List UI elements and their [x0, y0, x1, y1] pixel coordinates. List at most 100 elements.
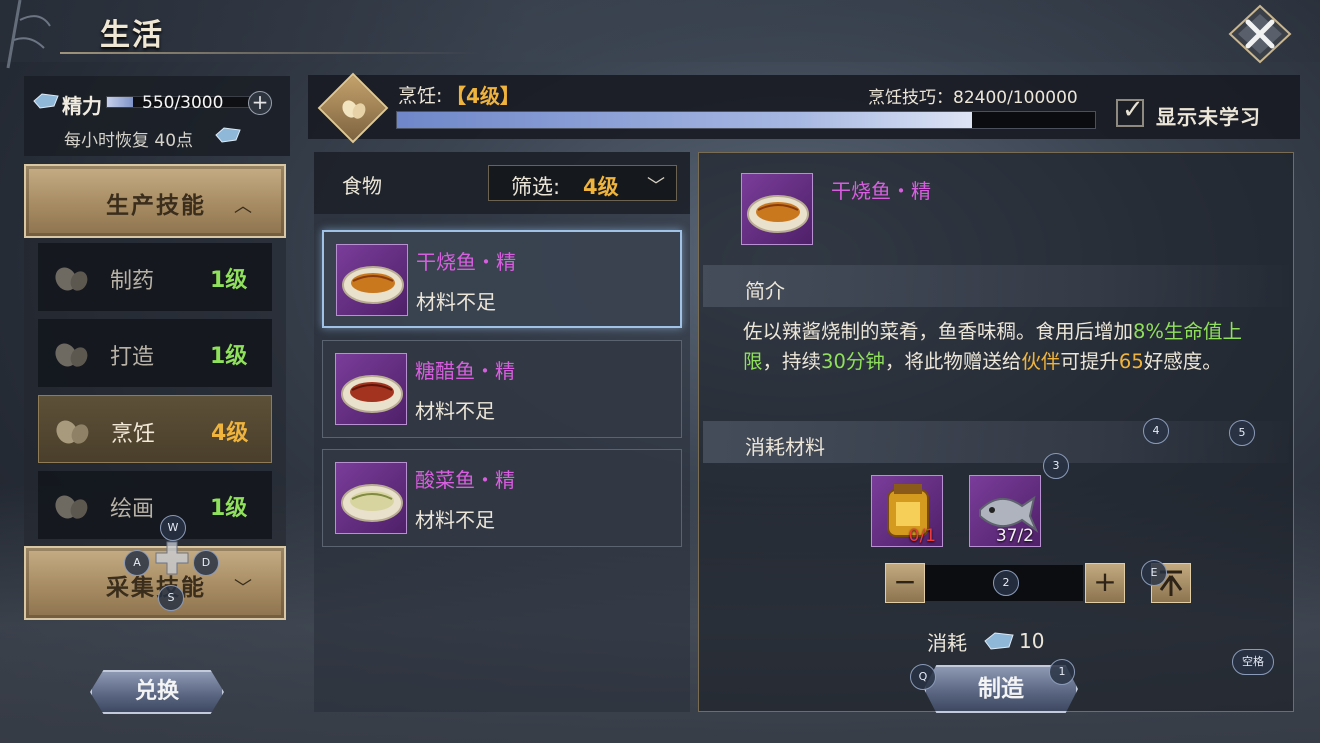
material-count: 37/2: [995, 526, 1034, 546]
key-hint-1: 1: [1049, 659, 1075, 685]
materials-label: 消耗材料: [745, 435, 825, 459]
chevron-down-icon: ﹀: [234, 578, 252, 599]
skill-level: 1级: [210, 268, 248, 293]
desc-text: 佐以辣酱烧制的菜肴，鱼香味稠。食用后增加: [743, 320, 1134, 343]
cooking-level: 【4级】: [446, 84, 520, 108]
increase-quantity-button[interactable]: +: [1085, 563, 1125, 603]
bamboo-decoration-icon: [6, 0, 51, 69]
show-unlearned-checkbox[interactable]: ✓: [1116, 95, 1144, 127]
skill-leaf-icon: [55, 343, 88, 367]
skill-name: 打造: [110, 345, 155, 370]
fish-dish-icon: [341, 375, 403, 413]
production-skills-label: 生产技能: [106, 193, 206, 219]
skill-item-forging[interactable]: 打造 1级: [38, 319, 272, 387]
desc-highlight-orange: 伙伴: [1021, 350, 1061, 373]
stamina-panel: 精力 550/3000 + 每小时恢复 40点: [24, 76, 290, 156]
cooking-name: 烹饪:: [398, 85, 443, 107]
key-hint-5: 5: [1229, 420, 1255, 446]
cooking-skill-bar: [396, 111, 1096, 129]
consume-label: 消耗: [927, 631, 967, 655]
recipe-thumbnail: [741, 173, 813, 245]
skill-item-painting[interactable]: 绘画 1级: [38, 471, 272, 539]
desc-text: 好感度。: [1143, 350, 1222, 373]
title-underline: [60, 52, 480, 54]
consume-value: 10: [1019, 629, 1045, 653]
fish-dish-icon: [342, 266, 404, 304]
key-hint-2: 2: [993, 570, 1019, 596]
food-list-title: 食物: [342, 174, 382, 198]
materials-section-header: 消耗材料: [703, 421, 1289, 463]
desc-text: ，将此物赠送给: [884, 350, 1022, 373]
stamina-value: 550/3000: [142, 93, 224, 113]
fish-dish-icon: [747, 195, 809, 233]
energy-crystal-icon: [215, 127, 241, 143]
chevron-down-icon: ﹀: [647, 176, 665, 197]
production-skills-header[interactable]: 生产技能 ︿: [24, 164, 286, 238]
skill-level: 1级: [210, 496, 248, 521]
key-hint-e: E: [1141, 560, 1167, 586]
food-status: 材料不足: [416, 290, 496, 314]
recipe-detail-panel: 干烧鱼・精 简介 佐以辣酱烧制的菜肴，鱼香味稠。食用后增加8%生命值上限，持续3…: [698, 152, 1294, 712]
intro-section-header: 简介: [703, 265, 1289, 307]
skill-level: 4级: [211, 421, 249, 446]
stamina-label: 精力: [62, 94, 102, 118]
key-hint-4: 4: [1143, 418, 1169, 444]
add-stamina-button[interactable]: +: [248, 91, 272, 115]
cooking-skill-progress-text: 烹饪技巧：82400/100000: [868, 88, 1078, 108]
checkmark-icon: ✓: [1122, 95, 1144, 125]
recipe-description: 佐以辣酱烧制的菜肴，鱼香味稠。食用后增加8%生命值上限，持续30分钟，将此物赠送…: [743, 317, 1263, 377]
material-slot-fish[interactable]: 37/2: [969, 475, 1041, 547]
chevron-up-icon: ︿: [234, 196, 252, 217]
skill-level: 1级: [210, 344, 248, 369]
show-unlearned-label: 显示未学习: [1156, 105, 1261, 129]
cooking-leaf-icon: [342, 100, 366, 119]
filter-label: 筛选:: [511, 175, 561, 199]
food-item-pickled-fish[interactable]: 酸菜鱼・精 材料不足: [322, 449, 682, 547]
key-hint-a: A: [124, 550, 150, 576]
skill-item-pharmacy[interactable]: 制药 1级: [38, 243, 272, 311]
material-slot-oil[interactable]: 0/1: [871, 475, 943, 547]
close-icon: [1228, 4, 1292, 64]
food-status: 材料不足: [415, 399, 495, 423]
dpad-icon: [155, 541, 189, 575]
key-hint-s: S: [158, 585, 184, 611]
intro-label: 简介: [745, 279, 785, 303]
fish-dish-icon: [341, 484, 403, 522]
skill-leaf-icon: [56, 420, 89, 444]
food-name: 糖醋鱼・精: [415, 359, 515, 383]
desc-text: ，持续: [762, 350, 822, 373]
food-item-sweet-sour-fish[interactable]: 糖醋鱼・精 材料不足: [322, 340, 682, 438]
key-hint-d: D: [193, 550, 219, 576]
decrease-quantity-button[interactable]: −: [885, 563, 925, 603]
skill-name: 绘画: [110, 497, 155, 522]
skill-name: 烹饪: [111, 422, 156, 447]
food-list-panel: 食物 筛选: 4级 ﹀ 干烧鱼・精 材料不足 糖醋鱼・精 材料不足 酸菜鱼・精 …: [314, 152, 690, 712]
filter-value: 4级: [583, 175, 619, 199]
skill-leaf-icon: [55, 267, 88, 291]
key-hint-q: Q: [910, 664, 936, 690]
cooking-skill-bar-fill: [397, 112, 973, 128]
key-hint-3: 3: [1043, 453, 1069, 479]
food-list-header: 食物 筛选: 4级 ﹀: [314, 152, 690, 214]
recipe-name: 干烧鱼・精: [831, 179, 931, 203]
stamina-bar-fill: [107, 97, 134, 107]
page-title: 生活: [100, 18, 164, 53]
skill-item-cooking[interactable]: 烹饪 4级: [38, 395, 272, 463]
energy-crystal-icon: [984, 632, 1014, 650]
exchange-button[interactable]: 兑换: [90, 670, 224, 714]
cooking-header: 烹饪: 【4级】 烹饪技巧：82400/100000 ✓ 显示未学习: [308, 72, 1300, 144]
food-name: 酸菜鱼・精: [415, 468, 515, 492]
food-thumbnail: [336, 244, 408, 316]
food-name: 干烧鱼・精: [416, 250, 516, 274]
stamina-recover-text: 每小时恢复 40点: [64, 131, 194, 151]
key-hint-space: 空格: [1232, 649, 1274, 675]
food-thumbnail: [335, 462, 407, 534]
level-filter-dropdown[interactable]: 筛选: 4级 ﹀: [488, 165, 677, 201]
food-status: 材料不足: [415, 508, 495, 532]
skill-name: 制药: [110, 269, 155, 294]
close-button[interactable]: [1228, 4, 1292, 64]
food-item-dry-braised-fish[interactable]: 干烧鱼・精 材料不足: [322, 230, 682, 328]
desc-highlight-orange: 65: [1118, 350, 1144, 373]
energy-crystal-icon: [33, 93, 59, 109]
food-thumbnail: [335, 353, 407, 425]
